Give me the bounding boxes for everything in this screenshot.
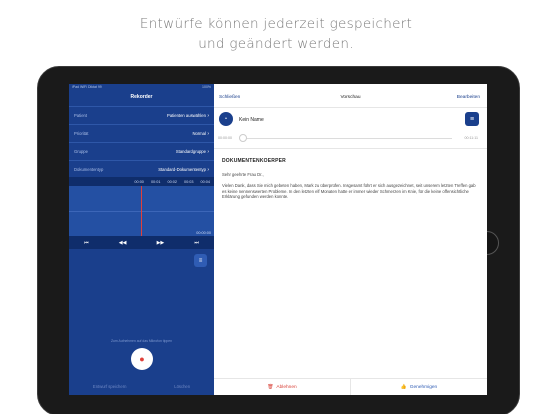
time-start: 00:00:00 — [218, 136, 232, 140]
row-document-type[interactable]: Dokumententyp Standard-Dokumententyp — [69, 160, 214, 178]
row-value: Standard-Dokumententyp — [158, 167, 209, 173]
divider — [214, 148, 487, 149]
approve-label: Genehmigen — [409, 384, 438, 390]
thumbs-up-icon: 👍 — [400, 384, 407, 390]
row-label: Patient — [74, 113, 88, 118]
timeline-tick: 00:02 — [167, 179, 177, 184]
document-body: Vielen Dank, dass Sie mich gebeten haben… — [222, 183, 476, 200]
salutation: Sehr geehrte Frau Dr., — [222, 172, 264, 177]
headline-line-2: und geändert werden. — [198, 36, 354, 52]
list-icon[interactable]: ≡ — [194, 254, 207, 267]
edit-button[interactable]: Bearbeiten — [457, 95, 480, 100]
microphone-icon[interactable]: ● — [131, 348, 153, 370]
status-bar: iPad WiFi Diktat 99 100% — [69, 84, 214, 91]
forward-icon[interactable]: ▶▶ — [157, 240, 165, 246]
row-label: Priorität — [74, 131, 89, 136]
delete-button[interactable]: Löschen — [174, 384, 190, 389]
store-screenshot: Entwürfe können jederzeit gespeichert un… — [0, 0, 552, 414]
document-icon[interactable]: ≡ — [465, 112, 479, 126]
preview-footer: 🗑 Ablehnen 👍 Genehmigen — [214, 378, 487, 395]
skip-start-icon[interactable]: ⏮ — [84, 240, 89, 246]
row-value: Normal — [192, 131, 209, 137]
status-right: 100% — [202, 85, 211, 89]
document-title: DOKUMENTENKOERPER — [222, 158, 286, 164]
timeline-tick: 00:00 — [134, 179, 144, 184]
playhead-cursor[interactable] — [141, 186, 142, 236]
playback-controls: ⏮ ◀◀ ▶▶ ⏭ — [69, 236, 214, 249]
save-draft-button[interactable]: Entwurf speichern — [93, 384, 127, 389]
row-priority[interactable]: Priorität Normal — [69, 124, 214, 142]
row-value: Standardgruppe — [176, 149, 209, 155]
skip-end-icon[interactable]: ⏭ — [194, 240, 199, 246]
rewind-icon[interactable]: ◀◀ — [119, 240, 127, 246]
timeline-tick: 00:01 — [150, 179, 161, 184]
waveform-time: 00:00:00 — [196, 231, 211, 235]
patient-name: Kein Name — [239, 117, 264, 123]
row-patient[interactable]: Patient Patienten auswählen — [69, 106, 214, 124]
audio-slider-track[interactable] — [242, 138, 452, 139]
time-end: 00:11:11 — [464, 136, 478, 140]
record-hint: Zum Aufnehmen auf das Mikrofon tippen — [110, 339, 173, 343]
recorder-title: Rekorder — [130, 94, 153, 100]
row-label: Gruppe — [74, 149, 88, 154]
timeline-tick: 00:04 — [200, 179, 210, 184]
headline-line-1: Entwürfe können jederzeit gespeichert — [139, 16, 413, 32]
preview-title: Vorschau — [340, 95, 361, 100]
play-icon[interactable]: • — [219, 112, 233, 126]
recorder-panel: iPad WiFi Diktat 99 100% Rekorder Patien… — [69, 84, 214, 395]
preview-panel: Vorschau Schließen Bearbeiten • Kein Nam… — [214, 84, 487, 395]
headline: Entwürfe können jederzeit gespeichert un… — [0, 14, 552, 54]
timeline-ruler: 00:00 00:01 00:02 00:03 00:04 — [69, 177, 214, 186]
close-button[interactable]: Schließen — [219, 95, 240, 100]
audio-slider-thumb[interactable] — [239, 134, 247, 142]
status-left: iPad WiFi Diktat 99 — [72, 85, 102, 89]
divider — [214, 107, 487, 108]
recorder-footer: Entwurf speichern Löschen — [69, 378, 214, 395]
trash-icon: 🗑 — [267, 384, 274, 390]
row-value: Patienten auswählen — [167, 113, 209, 119]
row-group[interactable]: Gruppe Standardgruppe — [69, 142, 214, 160]
approve-button[interactable]: 👍 Genehmigen — [350, 379, 487, 395]
reject-label: Ablehnen — [276, 384, 297, 390]
preview-navbar: Vorschau Schließen Bearbeiten — [214, 95, 487, 105]
waveform-area[interactable]: 00:00:00 — [69, 186, 214, 236]
app-screen: iPad WiFi Diktat 99 100% Rekorder Patien… — [69, 84, 487, 395]
row-label: Dokumententyp — [74, 167, 104, 172]
reject-button[interactable]: 🗑 Ablehnen — [214, 379, 350, 395]
timeline-tick: 00:03 — [183, 179, 194, 184]
